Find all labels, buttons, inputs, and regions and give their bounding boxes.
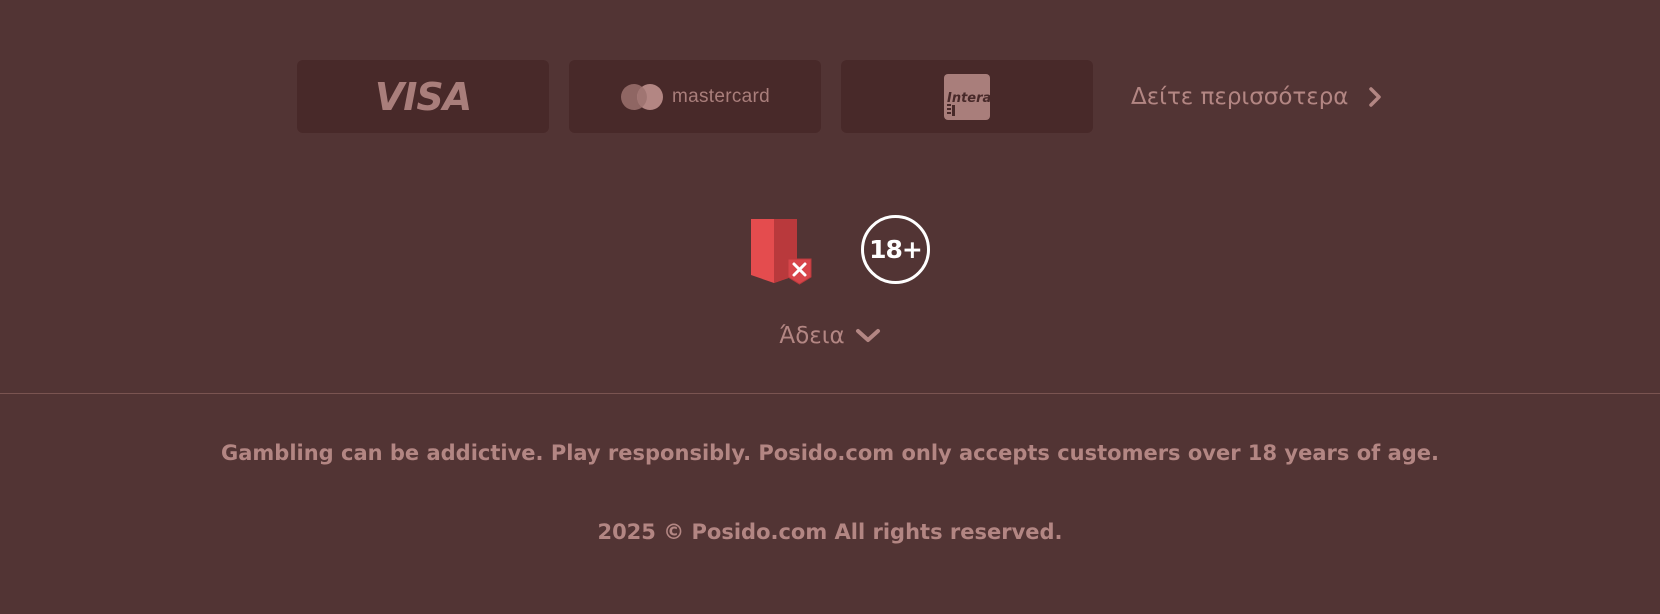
interac-text: Interac	[947, 91, 990, 106]
license-toggle[interactable]: Άδεια	[0, 323, 1660, 349]
mastercard-logo: mastercard	[620, 83, 770, 111]
age-18-label: 18+	[869, 235, 923, 264]
interac-card[interactable]: Interac	[841, 60, 1093, 133]
visa-card[interactable]: VISA	[297, 60, 549, 133]
see-more-label: Δείτε περισσότερα	[1131, 83, 1349, 110]
compliance-icons: 18+	[0, 215, 1660, 287]
mastercard-circles-icon	[620, 83, 663, 110]
site-footer: VISA mastercard Interac	[0, 0, 1660, 614]
license-label: Άδεια	[779, 323, 845, 349]
mastercard-card[interactable]: mastercard	[569, 60, 821, 133]
payment-methods: VISA mastercard Interac	[297, 60, 1382, 133]
interac-logo-icon: Interac	[944, 73, 990, 120]
mastercard-text: mastercard	[671, 85, 771, 107]
age-18-badge[interactable]: 18+	[861, 215, 930, 284]
copyright-text: 2025 © Posido.com All rights reserved.	[597, 520, 1063, 544]
visa-logo: VISA	[374, 74, 472, 119]
footer-divider	[0, 393, 1660, 394]
responsible-gambling-disclaimer: Gambling can be addictive. Play responsi…	[221, 441, 1439, 465]
chevron-right-icon	[1369, 86, 1382, 107]
chevron-down-icon	[855, 329, 880, 342]
see-more-payments-link[interactable]: Δείτε περισσότερα	[1131, 84, 1382, 110]
shield-x-icon[interactable]	[747, 215, 813, 287]
